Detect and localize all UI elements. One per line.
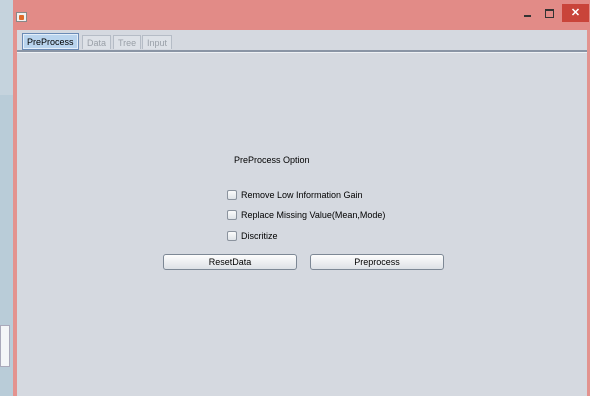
tab-preprocess[interactable]: PreProcess: [22, 33, 79, 50]
title-bar[interactable]: ✕: [13, 0, 590, 30]
maximize-button[interactable]: [539, 4, 559, 22]
checkbox-label: Remove Low Information Gain: [241, 190, 363, 200]
java-cup-icon[interactable]: [16, 12, 27, 22]
checkbox-label: Discritize: [241, 231, 278, 241]
app-window: ✕ PreProcess Data Tree Input PreProcess …: [13, 0, 590, 396]
tab-bar: PreProcess Data Tree Input: [17, 30, 587, 53]
checkbox-icon[interactable]: [227, 231, 237, 241]
reset-data-button[interactable]: ResetData: [163, 254, 297, 270]
tab-divider: [17, 50, 587, 53]
preprocess-button[interactable]: Preprocess: [310, 254, 444, 270]
panel-title: PreProcess Option: [234, 155, 310, 165]
preprocess-panel: PreProcess Option Remove Low Information…: [17, 54, 587, 396]
desktop-window-fragment: [0, 325, 10, 367]
content-area: PreProcess Data Tree Input PreProcess Op…: [17, 30, 587, 396]
close-button[interactable]: ✕: [562, 4, 589, 22]
maximize-icon: [545, 9, 554, 18]
minimize-button[interactable]: [518, 4, 538, 22]
close-icon: ✕: [570, 7, 581, 19]
desktop-background: [0, 95, 14, 396]
checkbox-icon[interactable]: [227, 190, 237, 200]
tab-input[interactable]: Input: [142, 35, 173, 49]
minimize-icon: [524, 15, 531, 17]
tab-tree[interactable]: Tree: [113, 35, 142, 49]
checkbox-icon[interactable]: [227, 210, 237, 220]
tab-data[interactable]: Data: [82, 35, 112, 49]
checkbox-label: Replace Missing Value(Mean,Mode): [241, 210, 386, 220]
